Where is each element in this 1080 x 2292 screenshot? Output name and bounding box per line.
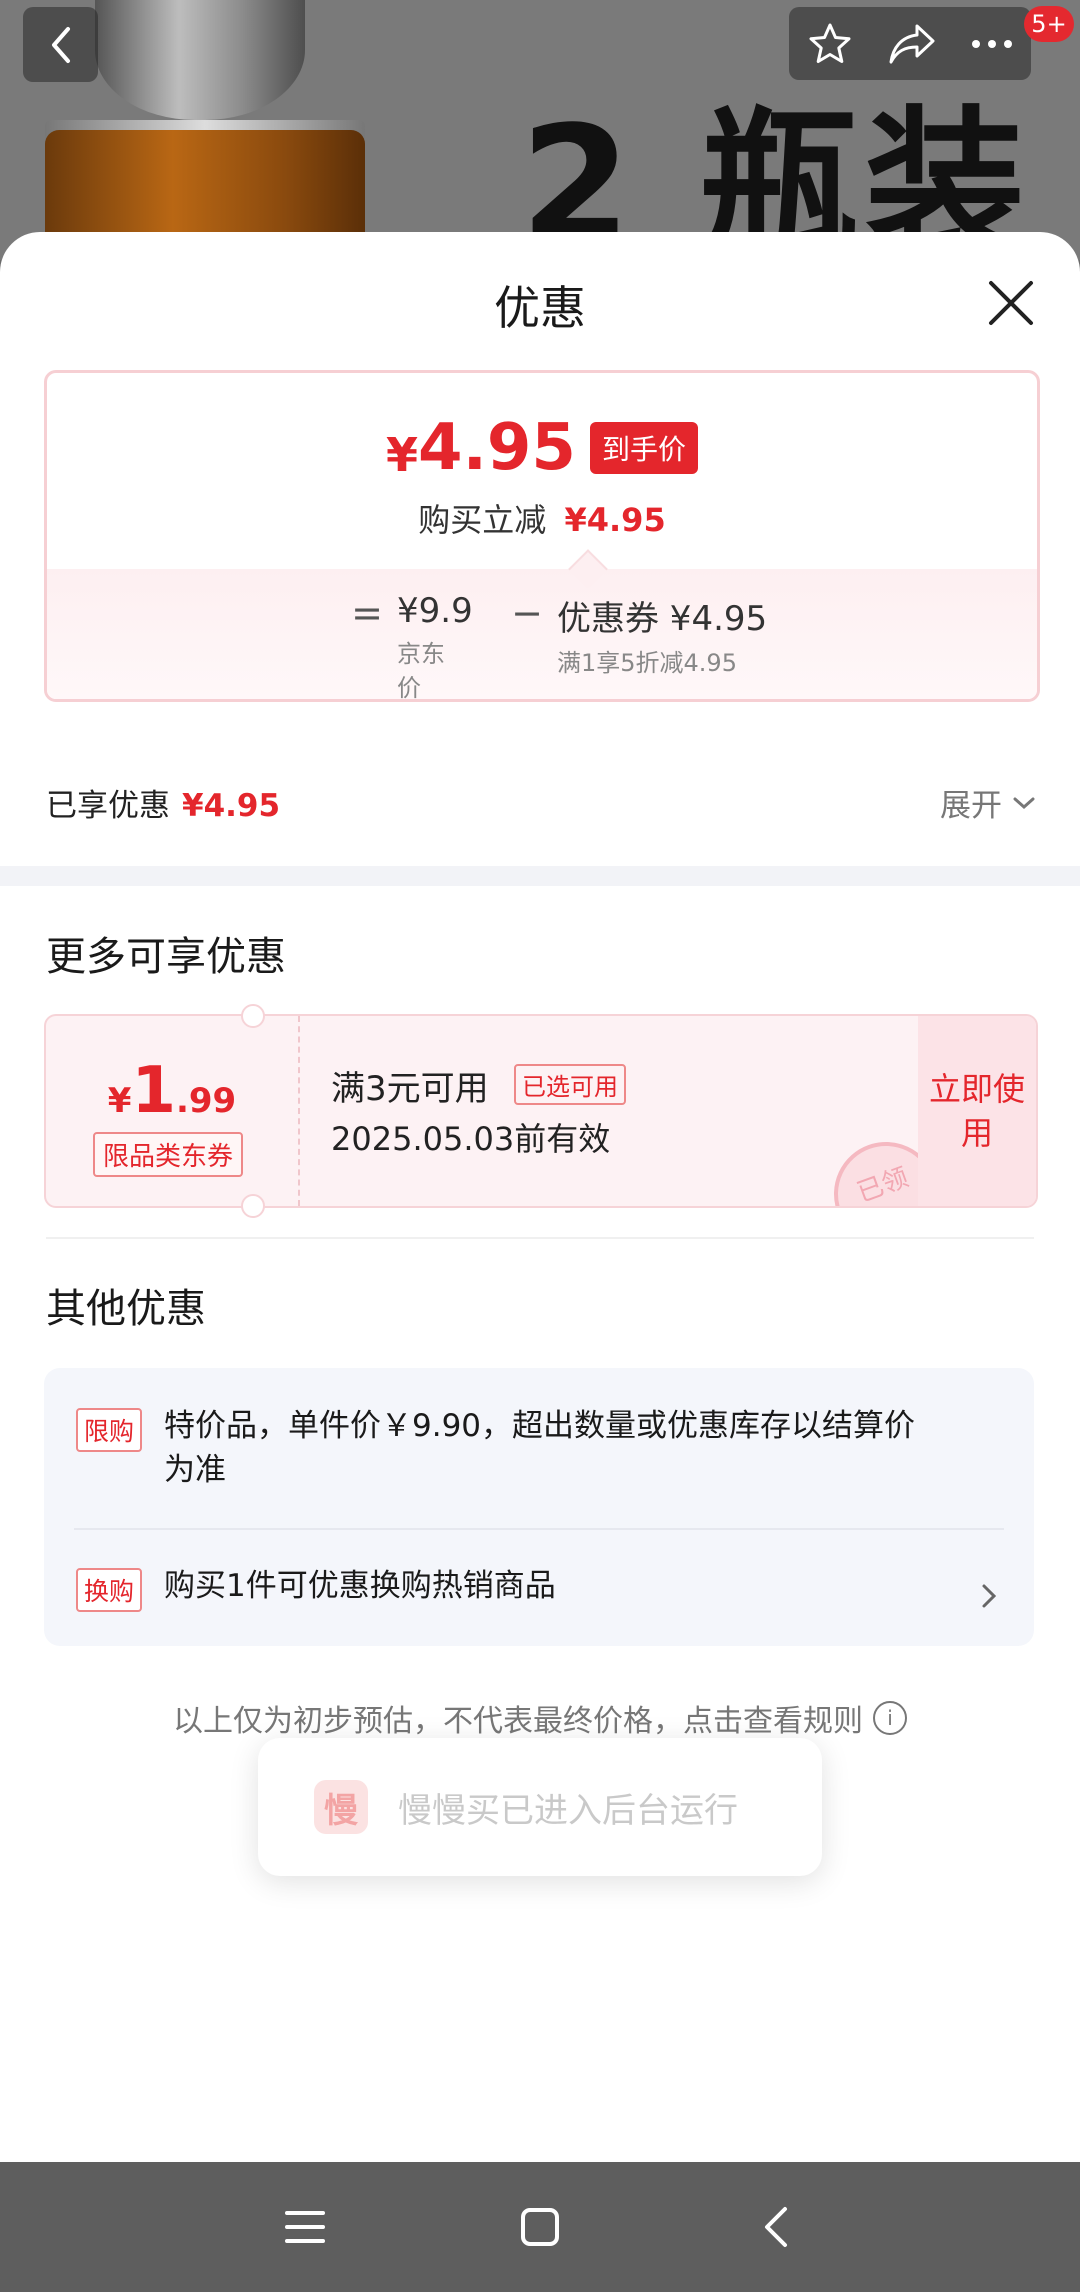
use-now-button[interactable]: 立即使用 bbox=[918, 1016, 1036, 1206]
coupon-discount-label: 满1享5折减4.95 bbox=[557, 649, 737, 677]
exchange-tag: 换购 bbox=[76, 1568, 143, 1612]
coupon-value-area: ¥1.99 限品类东券 bbox=[46, 1016, 300, 1206]
system-nav-bar bbox=[0, 2162, 1080, 2292]
divider bbox=[46, 1237, 1034, 1239]
base-price-value: ¥9.9 bbox=[397, 591, 473, 631]
list-divider bbox=[74, 1528, 1004, 1530]
home-icon bbox=[521, 2208, 559, 2246]
system-back-button[interactable] bbox=[745, 2197, 805, 2257]
exchange-text: 购买1件可优惠换购热销商品 bbox=[164, 1568, 556, 1604]
coupon-notch-top bbox=[241, 1004, 265, 1028]
expand-button[interactable]: 展开 bbox=[940, 780, 1036, 825]
more-offers-title: 更多可享优惠 bbox=[46, 934, 286, 980]
recent-apps-button[interactable] bbox=[275, 2197, 335, 2257]
chevron-left-icon bbox=[51, 26, 70, 63]
share-icon[interactable] bbox=[887, 22, 937, 66]
coupon-validity: 2025.05.03前有效 bbox=[331, 1120, 611, 1158]
back-button[interactable] bbox=[23, 7, 98, 82]
final-price: ¥ 4.95 到手价 bbox=[47, 411, 1037, 485]
coupon-claimed-tag: 已选可用 bbox=[514, 1064, 626, 1105]
menu-icon bbox=[285, 2211, 325, 2243]
chevron-right-icon bbox=[982, 1584, 997, 1608]
product-promo-text: 2 瓶装 bbox=[520, 91, 1032, 260]
coupon-notch-bottom bbox=[241, 1194, 265, 1218]
minus-sign: − bbox=[511, 591, 543, 635]
can-cap bbox=[95, 0, 305, 120]
more-icon[interactable] bbox=[970, 38, 1014, 50]
background-running-toast: 慢 慢慢买已进入后台运行 bbox=[258, 1738, 822, 1876]
section-separator bbox=[0, 866, 1080, 886]
price-formula: = ¥9.9 京东价 − 优惠券 ¥4.95 满1享5折减4.95 bbox=[337, 591, 767, 702]
disclaimer[interactable]: 以上仅为初步预估，不代表最终价格，点击查看规则 i bbox=[0, 1696, 1080, 1740]
coupon-discount-value: 优惠券 ¥4.95 bbox=[557, 599, 768, 639]
close-icon[interactable] bbox=[985, 277, 1037, 329]
base-price: ¥9.9 京东价 bbox=[397, 591, 497, 702]
expand-label: 展开 bbox=[940, 788, 1002, 824]
sheet-title: 优惠 bbox=[494, 281, 586, 335]
instant-discount-value: ¥4.95 bbox=[564, 501, 666, 539]
coupon-amount-int: 1 bbox=[131, 1054, 176, 1128]
coupon-amount-dec: .99 bbox=[175, 1081, 237, 1121]
toast-text: 慢慢买已进入后台运行 bbox=[398, 1790, 738, 1831]
disclaimer-text: 以上仅为初步预估，不代表最终价格，点击查看规则 bbox=[173, 1704, 863, 1739]
instant-discount: 购买立减 ¥4.95 bbox=[47, 495, 1037, 541]
enjoyed-value: ¥4.95 bbox=[182, 788, 281, 824]
info-icon: i bbox=[873, 1701, 907, 1735]
price-amount: 4.95 bbox=[418, 411, 576, 485]
final-price-tag: 到手价 bbox=[589, 422, 698, 474]
coupon-discount: 优惠券 ¥4.95 满1享5折减4.95 bbox=[557, 591, 767, 680]
notification-badge: 5+ bbox=[1024, 6, 1074, 42]
other-offers-list: 限购 特价品，单件价￥9.90，超出数量或优惠库存以结算价为准 换购 购买1件可… bbox=[44, 1368, 1034, 1646]
base-price-label: 京东价 bbox=[397, 640, 445, 702]
top-action-group bbox=[789, 7, 1031, 80]
chevron-down-icon bbox=[1013, 797, 1035, 809]
app-logo: 慢 bbox=[314, 1780, 368, 1834]
limit-text: 特价品，单件价￥9.90，超出数量或优惠库存以结算价为准 bbox=[164, 1408, 916, 1488]
limit-tag: 限购 bbox=[76, 1408, 143, 1452]
back-icon bbox=[765, 2207, 787, 2247]
enjoyed-label: 已享优惠 bbox=[46, 788, 170, 824]
coupon-card[interactable]: ¥1.99 限品类东券 满3元可用 已选可用 2025.05.03前有效 已领 … bbox=[44, 1014, 1038, 1208]
equals-sign: = bbox=[351, 591, 383, 635]
coupon-type-tag: 限品类东券 bbox=[93, 1132, 244, 1177]
instant-discount-label: 购买立减 bbox=[418, 501, 547, 539]
coupon-amount: ¥1.99 bbox=[46, 1054, 298, 1128]
price-summary: ¥ 4.95 到手价 购买立减 ¥4.95 bbox=[47, 373, 1037, 569]
price-currency: ¥ bbox=[386, 428, 419, 482]
star-icon[interactable] bbox=[806, 20, 854, 68]
enjoyed-discount: 已享优惠 ¥4.95 bbox=[46, 780, 280, 825]
price-breakdown-card: ¥ 4.95 到手价 购买立减 ¥4.95 = ¥9.9 京东价 − 优惠券 ¥… bbox=[44, 370, 1040, 702]
home-button[interactable] bbox=[510, 2197, 570, 2257]
coupon-currency: ¥ bbox=[107, 1081, 132, 1121]
coupon-condition: 满3元可用 bbox=[331, 1069, 489, 1109]
other-offers-title: 其他优惠 bbox=[46, 1286, 206, 1332]
